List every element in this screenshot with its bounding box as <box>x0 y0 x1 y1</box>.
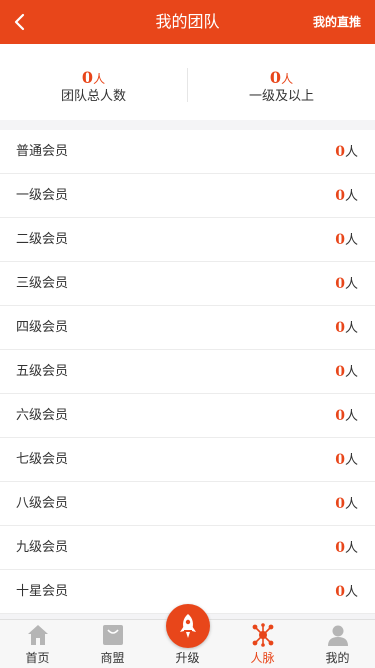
user-icon <box>328 625 348 646</box>
count-unit: 人 <box>344 585 358 600</box>
member-level-name: 三级会员 <box>16 276 69 291</box>
team-total-unit: 人 <box>93 72 106 86</box>
member-level-count: 0人 <box>335 350 358 395</box>
tab-network-label: 人脉 <box>250 651 275 665</box>
tab-network[interactable]: 人脉 <box>225 620 300 668</box>
list-item[interactable]: 三级会员 0人 <box>0 262 375 306</box>
count-unit: 人 <box>344 365 358 380</box>
member-level-count: 0人 <box>335 262 358 307</box>
member-level-name: 八级会员 <box>16 496 69 511</box>
member-level-name: 二级会员 <box>16 232 69 247</box>
tab-mine[interactable]: 我的 <box>300 620 375 668</box>
top-nav-bar: 我的团队 我的直推 <box>0 0 375 44</box>
list-item[interactable]: 六级会员 0人 <box>0 394 375 438</box>
count-number: 0 <box>335 144 345 160</box>
network-nodes-icon <box>252 623 274 647</box>
count-unit: 人 <box>344 497 358 512</box>
rocket-icon <box>180 614 196 638</box>
count-unit: 人 <box>344 409 358 424</box>
count-number: 0 <box>335 584 345 600</box>
list-item[interactable]: 一级会员 0人 <box>0 174 375 218</box>
house-icon <box>28 625 48 645</box>
member-level-name: 九级会员 <box>16 540 69 555</box>
count-number: 0 <box>335 276 345 292</box>
member-level-count: 0人 <box>335 306 358 351</box>
tab-home-label: 首页 <box>25 651 50 665</box>
list-item[interactable]: 八级会员 0人 <box>0 482 375 526</box>
count-number: 0 <box>335 408 345 424</box>
shop-bag-icon <box>103 625 123 645</box>
member-level-name: 一级会员 <box>16 188 69 203</box>
count-unit: 人 <box>344 321 358 336</box>
list-item[interactable]: 九级会员 0人 <box>0 526 375 570</box>
member-level-count: 0人 <box>335 570 358 615</box>
level1-plus-label: 一级及以上 <box>248 89 314 104</box>
list-item[interactable]: 七级会员 0人 <box>0 438 375 482</box>
count-number: 0 <box>335 452 345 468</box>
count-unit: 人 <box>344 453 358 468</box>
level1-plus-stat: 0人 一级及以上 <box>188 68 375 106</box>
member-level-name: 四级会员 <box>16 320 69 335</box>
count-unit: 人 <box>344 145 358 160</box>
my-direct-referrals-link[interactable]: 我的直推 <box>313 0 361 44</box>
member-level-name: 六级会员 <box>16 408 69 423</box>
team-stats-panel: 0人 团队总人数 0人 一级及以上 <box>0 44 375 120</box>
member-level-name: 五级会员 <box>16 364 69 379</box>
team-total-label: 团队总人数 <box>60 89 126 104</box>
tab-upgrade-label: 升级 <box>175 651 200 665</box>
count-number: 0 <box>335 364 345 380</box>
member-level-name: 七级会员 <box>16 452 69 467</box>
count-number: 0 <box>335 188 345 204</box>
count-number: 0 <box>335 496 345 512</box>
team-total-value-line: 0人 <box>0 68 187 88</box>
count-unit: 人 <box>344 189 358 204</box>
member-level-count: 0人 <box>335 394 358 439</box>
count-unit: 人 <box>344 277 358 292</box>
level1-plus-count: 0 <box>269 68 282 87</box>
member-level-count: 0人 <box>335 218 358 263</box>
count-unit: 人 <box>344 233 358 248</box>
member-level-name: 十星会员 <box>16 584 69 599</box>
team-total-stat: 0人 团队总人数 <box>0 68 187 106</box>
member-level-count: 0人 <box>335 526 358 571</box>
tab-alliance[interactable]: 商盟 <box>75 620 150 668</box>
count-number: 0 <box>335 320 345 336</box>
tab-mine-label: 我的 <box>325 651 350 665</box>
count-unit: 人 <box>344 541 358 556</box>
list-item[interactable]: 普通会员 0人 <box>0 130 375 174</box>
level1-plus-unit: 人 <box>281 72 294 86</box>
team-total-count: 0 <box>81 68 94 87</box>
member-level-list: 普通会员 0人 一级会员 0人 二级会员 0人 三级会员 0人 四级会员 0人 … <box>0 130 375 614</box>
member-level-name: 普通会员 <box>16 144 69 159</box>
member-level-count: 0人 <box>335 130 358 175</box>
member-level-count: 0人 <box>335 438 358 483</box>
count-number: 0 <box>335 232 345 248</box>
member-level-count: 0人 <box>335 482 358 527</box>
list-item[interactable]: 二级会员 0人 <box>0 218 375 262</box>
list-item[interactable]: 五级会员 0人 <box>0 350 375 394</box>
count-number: 0 <box>335 540 345 556</box>
upgrade-button[interactable] <box>166 604 210 648</box>
list-item[interactable]: 四级会员 0人 <box>0 306 375 350</box>
tab-home[interactable]: 首页 <box>0 620 75 668</box>
tab-alliance-label: 商盟 <box>100 651 125 665</box>
member-level-count: 0人 <box>335 174 358 219</box>
level1-plus-value-line: 0人 <box>188 68 375 88</box>
